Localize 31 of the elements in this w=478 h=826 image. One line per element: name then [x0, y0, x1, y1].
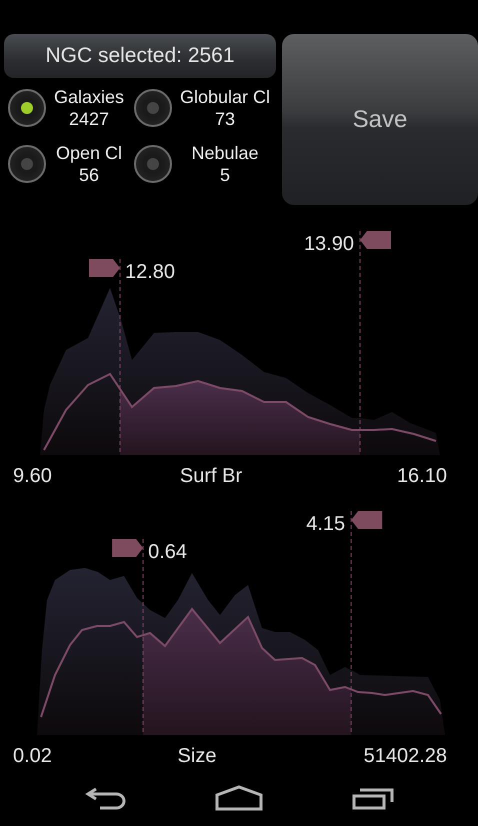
axis-max-label: 51402.28	[364, 745, 447, 767]
handle-value: 12.80	[125, 261, 176, 283]
radio-button[interactable]	[8, 145, 46, 183]
save-button[interactable]: Save	[282, 34, 478, 205]
axis-title: Surf Br	[180, 465, 242, 487]
range-handle[interactable]	[360, 231, 391, 249]
type-count: 2427	[68, 108, 110, 130]
axis-min-label: 9.60	[13, 465, 52, 487]
axis-min-label: 0.02	[13, 745, 52, 767]
type-label: Open Cl	[56, 142, 122, 164]
type-label: Galaxies	[54, 86, 124, 108]
handle-value: 0.64	[148, 541, 188, 563]
back-icon[interactable]	[84, 786, 126, 810]
type-count: 56	[78, 164, 100, 186]
type-label: Nebulae	[191, 142, 259, 164]
type-count: 73	[214, 108, 236, 130]
handle-value: 13.90	[304, 233, 354, 255]
type-label: Globular Cl	[180, 86, 270, 108]
handle-value: 4.15	[306, 513, 346, 535]
radio-button[interactable]	[8, 89, 46, 127]
type-count: 5	[220, 164, 230, 186]
radio-button[interactable]	[134, 145, 172, 183]
range-handle[interactable]	[351, 511, 382, 529]
axis-title: Size	[178, 745, 216, 767]
range-handle[interactable]	[112, 539, 144, 557]
axis-max-label: 16.10	[396, 465, 447, 487]
range-handle[interactable]	[89, 259, 120, 277]
radio-button[interactable]	[134, 89, 172, 127]
selection-count-header: NGC selected: 2561	[4, 34, 276, 78]
home-icon[interactable]	[214, 785, 263, 811]
recent-apps-icon[interactable]	[352, 786, 394, 810]
